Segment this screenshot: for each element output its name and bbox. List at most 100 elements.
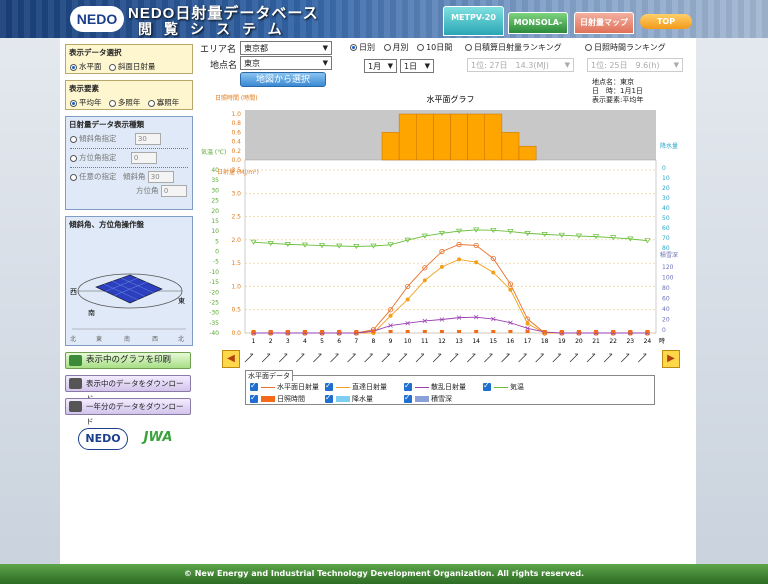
wind-arrow-icon (552, 353, 562, 363)
wind-arrow-icon (432, 353, 442, 363)
zero-marker (559, 330, 564, 333)
legend-item-diffuse[interactable]: 散乱日射量 (404, 381, 466, 392)
legend-item-horizontal[interactable]: 水平面日射量 (250, 381, 319, 392)
ruler-s: 南 (124, 335, 130, 343)
legend-item-snow[interactable]: 積雪深 (404, 393, 452, 404)
legend-item-temperature[interactable]: 気温 (483, 381, 524, 392)
legend-label: 気温 (510, 383, 524, 391)
irradiance-tick: 0.0 (231, 330, 241, 337)
chevron-down-icon: ▼ (673, 61, 679, 69)
precip-axis-label: 降水量 (mm) (660, 142, 680, 150)
x-tick: 4 (303, 338, 307, 345)
nedo-logo[interactable]: NEDO (70, 6, 124, 32)
irradiance-chart: 水平面グラフ0.00.51.01.52.02.53.03.5-40-35-30-… (201, 94, 680, 345)
data-point (422, 278, 427, 283)
x-tick: 20 (575, 338, 583, 345)
x-tick: 11 (421, 338, 429, 345)
ruler-w: 西 (152, 336, 158, 343)
point-select[interactable]: 東京 ▼ (240, 56, 332, 70)
zero-marker (645, 330, 650, 333)
compass-east: 東 (178, 296, 185, 305)
radio-average-year[interactable] (70, 99, 77, 107)
any-azimuth-input[interactable]: 0 (160, 185, 187, 197)
legend-item-direct[interactable]: 直達日射量 (325, 381, 387, 392)
radio-slope[interactable] (108, 63, 116, 71)
radio-ranking-irradiance[interactable] (465, 44, 472, 51)
zero-marker (594, 330, 599, 333)
next-day-button[interactable]: ▶ (662, 350, 680, 368)
tab-monsola[interactable]: MONSOLA-20 (508, 12, 568, 47)
radio-any[interactable] (70, 173, 77, 181)
select-value: 1日 (404, 62, 418, 71)
zero-marker (628, 330, 633, 333)
select-from-map-button[interactable]: 地図から選択 (240, 72, 326, 87)
snow-tick: 40 (662, 306, 670, 313)
tab-irradiance-map[interactable]: 日射量マップ (574, 12, 634, 34)
data-point (439, 264, 444, 269)
irradiance-tick: 3.0 (231, 190, 241, 197)
x-tick: 6 (337, 338, 341, 345)
zero-marker (422, 330, 427, 333)
precip-tick: 40 (662, 205, 670, 212)
temperature-tick: -30 (209, 310, 219, 317)
legend-item-precipitation[interactable]: 降水量 (325, 393, 373, 404)
tab-metpv[interactable]: METPV-20 (443, 6, 504, 36)
x-unit: 時 (659, 337, 665, 345)
nedo-footer-logo[interactable]: NEDO (78, 428, 128, 450)
sunshine-tick: 1.0 (231, 111, 241, 118)
sunshine-tick: 0.8 (231, 120, 241, 127)
radio-10days[interactable] (417, 44, 425, 51)
radio-sunny-year[interactable] (108, 99, 116, 107)
area-select[interactable]: 東京都 ▼ (240, 41, 332, 55)
temperature-tick: 10 (211, 228, 219, 235)
precip-tick: 80 (662, 245, 670, 252)
x-tick: 10 (404, 338, 412, 345)
download-year-button[interactable]: 一年分のデータをダウンロード (65, 398, 191, 426)
temperature-tick: -15 (209, 279, 219, 286)
ranking1-select[interactable]: 1位: 27日 14.3(MJ) ▼ (467, 58, 574, 72)
radio-cloudy-year[interactable] (147, 99, 155, 107)
radio-horizontal[interactable] (70, 63, 77, 71)
download-data-button[interactable]: 表示中のデータをダウンロード (65, 375, 191, 403)
radio-label: 水平面 (79, 62, 102, 71)
tilt-input[interactable]: 30 (134, 133, 161, 145)
radio-tilt[interactable] (70, 135, 77, 143)
ranking2-select[interactable]: 1位: 25日 9.6(h) ▼ (587, 58, 683, 72)
legend-item-sunshine[interactable]: 日照時間 (250, 393, 305, 404)
radio-ranking-sunshine[interactable] (585, 44, 592, 51)
floppy-icon (69, 401, 82, 412)
radio-azimuth[interactable] (70, 154, 77, 162)
temperature-tick: -10 (209, 269, 219, 276)
precip-tick: 70 (662, 235, 670, 242)
any-tilt-input[interactable]: 30 (147, 171, 174, 183)
month-select[interactable]: 1月 ▼ (364, 59, 397, 73)
precip-tick: 0 (662, 165, 666, 172)
radio-label: 10日間 (426, 43, 453, 52)
wind-arrow-icon (381, 353, 391, 363)
jwa-footer-logo[interactable]: JWA (136, 426, 180, 450)
x-tick: 16 (507, 338, 515, 345)
panel-title: 表示データ選択 (69, 48, 122, 57)
panel-title: 日射量データ表示種類 (69, 120, 144, 129)
zero-marker (525, 330, 530, 333)
wind-arrow-icon (244, 353, 254, 363)
temperature-tick: 0 (215, 249, 219, 256)
x-tick: 5 (320, 338, 324, 345)
radio-monthly[interactable] (383, 44, 391, 51)
snow-tick: 20 (662, 317, 670, 324)
panel-3d-view[interactable]: 西 東 南 北 東 南 西 北 (66, 231, 192, 343)
azimuth-input[interactable]: 0 (130, 152, 157, 164)
day-select[interactable]: 1日 ▼ (400, 59, 434, 73)
sunshine-bar (381, 132, 400, 161)
wind-arrow-icon (449, 353, 459, 363)
snow-tick: 60 (662, 296, 670, 303)
zero-marker (251, 330, 256, 333)
snow-tick: 0 (662, 327, 666, 334)
radio-daily[interactable] (350, 44, 357, 51)
sunshine-tick: 0.0 (231, 157, 241, 164)
irradiance-tick: 1.5 (231, 260, 241, 267)
print-graph-button[interactable]: 表示中のグラフを印刷 (65, 352, 191, 369)
prev-day-button[interactable]: ◀ (222, 350, 240, 368)
legend-label: 直達日射量 (352, 383, 387, 391)
tab-top[interactable]: TOP (640, 14, 692, 29)
